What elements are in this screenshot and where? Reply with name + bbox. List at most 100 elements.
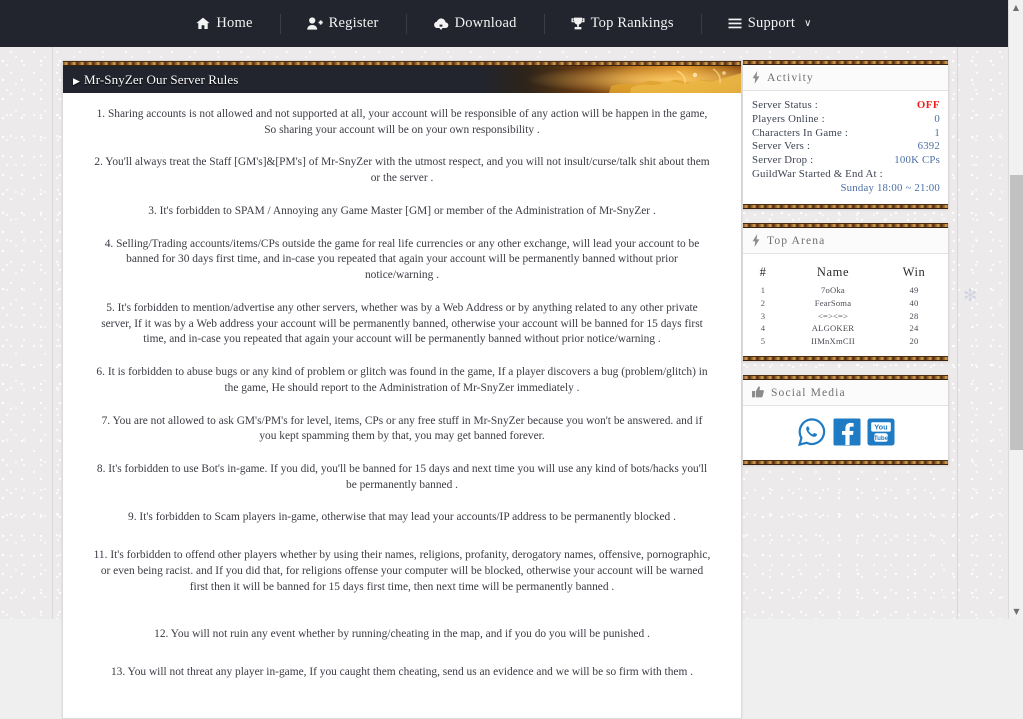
activity-widget: Activity Server Status : OFF Players Onl…: [742, 60, 949, 209]
rule-item: 11. It's forbidden to offend other playe…: [93, 549, 711, 593]
cell-rank: 3: [760, 310, 766, 321]
column-header-rank: #: [759, 264, 767, 279]
social-media-widget-title: Social Media: [771, 385, 846, 399]
column-header-win: Win: [902, 264, 926, 279]
home-icon: [196, 17, 210, 30]
rule-item: 8. It's forbidden to use Bot's in-game. …: [96, 463, 708, 491]
social-media-links: You Tube: [743, 406, 948, 460]
cell-name: IIMnXmCII: [811, 336, 855, 347]
facebook-icon[interactable]: [833, 418, 861, 446]
cell-name: 7oOka: [821, 285, 845, 296]
activity-label: Players Online :: [752, 112, 825, 125]
table-row: 3 <=><=> 28: [752, 309, 940, 322]
rule-item: 7. You are not allowed to ask GM's/PM's …: [101, 414, 703, 443]
rule-item: 13. You will not threat any player in-ga…: [110, 666, 694, 679]
whatsapp-icon[interactable]: [797, 417, 827, 447]
top-arena-widget-header: Top Arena: [743, 227, 948, 254]
nav-item-download[interactable]: Download: [405, 12, 544, 36]
cell-win: 49: [909, 285, 919, 296]
nav-label-home: Home: [216, 15, 253, 31]
status-badge: OFF: [916, 99, 940, 111]
cell-name: <=><=>: [817, 310, 849, 321]
sidebar: Activity Server Status : OFF Players Onl…: [742, 60, 949, 479]
top-arena-widget: Top Arena # Name Win 1 7oOka 49 2 FearSo…: [742, 222, 949, 361]
table-row: 4 ALGOKER 24: [752, 322, 940, 335]
server-rules-header: ▶ Mr-SnyZer Our Server Rules: [63, 66, 741, 93]
svg-text:You: You: [874, 422, 888, 431]
nav-label-support: Support: [747, 15, 796, 31]
cell-name: ALGOKER: [811, 323, 855, 334]
activity-row: Characters In Game : 1: [752, 127, 940, 141]
nav-label-download: Download: [454, 15, 517, 31]
scrollbar-thumb[interactable]: [1010, 175, 1023, 450]
thumbs-up-icon: [752, 386, 764, 398]
youtube-icon[interactable]: You Tube: [867, 418, 895, 446]
activity-widget-header: Activity: [743, 65, 948, 91]
activity-label: Server Status :: [752, 99, 818, 111]
scroll-up-button[interactable]: ▲: [1009, 0, 1023, 15]
cell-rank: 1: [760, 285, 766, 296]
activity-row-guildwar: GuildWar Started & End At : Sunday 18:00…: [752, 168, 940, 196]
top-navigation-bar: Home Register Download Top Rankings Supp…: [0, 0, 1008, 47]
activity-label: Server Vers :: [752, 140, 811, 153]
rule-item: 2. You'll always treat the Staff [GM's]&…: [94, 156, 710, 185]
cell-rank: 2: [760, 297, 766, 308]
server-rules-panel: ▶ Mr-SnyZer Our Server Rules 1. Sharing a…: [62, 60, 742, 719]
server-rules-body: 1. Sharing accounts is not allowed and n…: [63, 93, 741, 718]
table-header-row: # Name Win: [752, 264, 940, 284]
bars-icon: [728, 18, 742, 29]
rule-item: 12. You will not ruin any event whether …: [154, 628, 650, 641]
social-media-widget-header: Social Media: [743, 379, 948, 406]
page-scrollbar[interactable]: ▲ ▼: [1008, 0, 1023, 619]
activity-value: 0: [934, 112, 940, 125]
cell-rank: 5: [760, 336, 766, 347]
top-arena-widget-body: # Name Win 1 7oOka 49 2 FearSoma 40 3 <=…: [743, 254, 948, 356]
activity-widget-title: Activity: [767, 71, 814, 84]
activity-row: Players Online : 0: [752, 113, 940, 127]
table-row: 5 IIMnXmCII 20: [752, 335, 940, 348]
nav-label-register: Register: [328, 15, 379, 31]
bolt-icon: [752, 71, 760, 84]
scroll-down-button[interactable]: ▼: [1009, 604, 1023, 619]
main-column: ▶ Mr-SnyZer Our Server Rules 1. Sharing a…: [62, 60, 742, 719]
chevron-down-icon: ∨: [804, 18, 812, 29]
svg-text:Tube: Tube: [873, 434, 888, 441]
dragon-banner-art: [481, 66, 741, 93]
nav-item-register[interactable]: Register: [279, 12, 406, 36]
cell-win: 20: [909, 336, 919, 347]
column-header-name: Name: [816, 264, 850, 279]
activity-row: Server Drop : 100K CPs: [752, 154, 940, 168]
rule-item: 6. It is forbidden to abuse bugs or any …: [96, 366, 708, 394]
ornate-bottom-border: [743, 459, 948, 465]
rule-item: 5. It's forbidden to mention/advertise a…: [101, 301, 703, 346]
activity-value: 100K CPs: [894, 154, 940, 167]
top-arena-widget-title: Top Arena: [767, 233, 826, 247]
cell-rank: 4: [760, 323, 766, 334]
page-title: Mr-SnyZer Our Server Rules: [84, 71, 239, 87]
table-row: 1 7oOka 49: [752, 284, 940, 297]
cell-win: 28: [909, 310, 919, 321]
activity-widget-body: Server Status : OFF Players Online : 0 C…: [743, 91, 948, 204]
activity-value: 1: [934, 126, 940, 139]
cell-win: 24: [909, 323, 919, 334]
content-area: ▶ Mr-SnyZer Our Server Rules 1. Sharing a…: [53, 47, 957, 719]
rule-item: 4. Selling/Trading accounts/items/CPs ou…: [104, 237, 700, 282]
guildwar-label: GuildWar Started & End At :: [752, 168, 883, 181]
cell-win: 40: [909, 297, 919, 308]
rule-item: 9. It's forbidden to Scam players in-gam…: [128, 511, 676, 524]
bolt-icon: [752, 233, 760, 247]
nav-item-home[interactable]: Home: [169, 12, 279, 36]
snowflake-decoration: ✻: [963, 286, 978, 306]
activity-label: Server Drop :: [752, 154, 814, 167]
nav-item-top-rankings[interactable]: Top Rankings: [543, 12, 701, 36]
nav-item-support[interactable]: Support ∨: [700, 12, 839, 36]
right-gutter-line: [957, 0, 958, 619]
ornate-bottom-border: [743, 203, 948, 209]
triangle-right-icon: ▶: [73, 76, 81, 87]
social-media-widget: Social Media You Tube: [742, 374, 949, 465]
nav-label-top-rankings: Top Rankings: [590, 15, 674, 31]
rule-item: 3. It's forbidden to SPAM / Annoying any…: [148, 204, 656, 217]
cell-name: FearSoma: [814, 297, 852, 308]
top-arena-table: # Name Win 1 7oOka 49 2 FearSoma 40 3 <=…: [752, 264, 940, 348]
ornate-bottom-border: [743, 355, 948, 361]
